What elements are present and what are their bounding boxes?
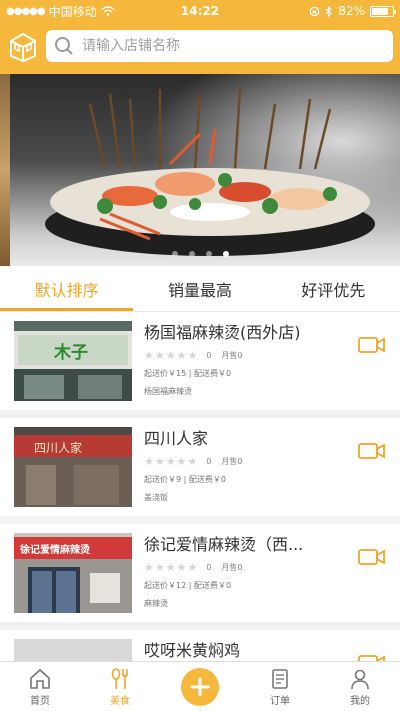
carousel-dot-active[interactable]	[222, 251, 229, 257]
search-box[interactable]	[46, 30, 393, 62]
tab-top-sales[interactable]: 销量最高	[133, 266, 266, 311]
rating-stars: ★★★★★	[144, 561, 199, 574]
store-meta: 起送价￥15 | 配送费￥0	[144, 369, 232, 378]
clock: 14:22	[180, 4, 220, 18]
nav-profile-label: 我的	[350, 696, 370, 707]
rating-stars: ★★★★★	[144, 455, 199, 468]
min-price: 起送价￥12	[144, 581, 187, 590]
rating-number: 0	[206, 351, 212, 360]
nav-profile[interactable]: 我的	[320, 662, 400, 711]
previous-slide-edge	[0, 74, 10, 266]
home-icon	[30, 668, 50, 689]
store-thumbnail: 木子	[14, 321, 132, 401]
nav-food-label: 美食	[110, 696, 130, 707]
seafood-platter-image	[10, 74, 400, 266]
carousel-dot[interactable]	[188, 251, 195, 257]
sort-tabs: 默认排序 销量最高 好评优先	[0, 266, 400, 312]
nav-orders-label: 订单	[270, 696, 290, 707]
search-input[interactable]	[82, 38, 385, 54]
tab-default-sort[interactable]: 默认排序	[0, 266, 134, 311]
banner-carousel[interactable]: www.quanjing.com	[0, 74, 400, 266]
store-category: 杨国福麻辣烫	[144, 387, 192, 396]
top-bar: ●●●●● 中国移动 14:22 82%	[0, 0, 400, 74]
nav-home-label: 首页	[30, 696, 50, 707]
banner-image[interactable]: www.quanjing.com	[10, 74, 400, 266]
carousel-dots	[0, 251, 400, 257]
bottom-nav: 首页 美食 订单 我的	[0, 661, 400, 711]
store-category: 盖浇饭	[144, 493, 168, 502]
delivery-fee: 配送费￥0	[193, 581, 232, 590]
delivery-fee: 配送费￥0	[188, 475, 226, 484]
store-list: 木子 杨国福麻辣烫(西外店) ★★★★★ 0 月售0 起送价￥15 | 配送费￥…	[0, 312, 400, 711]
tab-best-rated[interactable]: 好评优先	[267, 266, 400, 311]
order-icon	[272, 669, 288, 689]
monthly-sales: 月售0	[221, 457, 243, 466]
store-meta: 起送价￥12 | 配送费￥0	[144, 581, 232, 590]
video-camera-icon[interactable]	[358, 548, 386, 566]
nav-food[interactable]: 美食	[80, 662, 160, 711]
add-button[interactable]	[181, 667, 219, 706]
monthly-sales: 月售0	[221, 351, 243, 360]
min-price: 起送价￥15	[144, 369, 187, 378]
store-meta: 起送价￥9 | 配送费￥0	[144, 475, 226, 484]
store-sign-text: 四川人家	[34, 440, 82, 455]
battery-icon	[370, 5, 396, 17]
store-item[interactable]: 徐记爱情麻辣烫 徐记爱情麻辣烫（西... ★★★★★ 0 月售0 起送价￥12 …	[0, 524, 400, 630]
video-camera-icon[interactable]	[358, 442, 386, 460]
store-item[interactable]: 四川人家 四川人家 ★★★★★ 0 月售0 起送价￥9 | 配送费￥0 盖浇饭	[0, 418, 400, 524]
store-category: 麻辣烫	[144, 599, 168, 608]
store-sign-text: 木子	[53, 342, 88, 363]
store-thumbnail: 四川人家	[14, 427, 132, 507]
nav-home[interactable]: 首页	[0, 662, 80, 711]
user-icon	[351, 669, 369, 690]
nav-orders[interactable]: 订单	[240, 662, 320, 711]
video-camera-icon[interactable]	[358, 336, 386, 354]
cutlery-icon	[111, 668, 128, 689]
rating-stars: ★★★★★	[144, 349, 199, 362]
store-item[interactable]: 木子 杨国福麻辣烫(西外店) ★★★★★ 0 月售0 起送价￥15 | 配送费￥…	[0, 312, 400, 418]
status-bar: ●●●●● 中国移动 14:22 82%	[0, 0, 400, 22]
carousel-dot[interactable]	[171, 251, 178, 257]
store-thumbnail: 徐记爱情麻辣烫	[14, 533, 132, 613]
search-icon	[55, 37, 73, 55]
carousel-dot[interactable]	[205, 251, 212, 257]
nav-add[interactable]	[160, 662, 240, 711]
rating-number: 0	[206, 563, 212, 572]
store-sign-text: 徐记爱情麻辣烫	[19, 543, 91, 556]
header	[0, 22, 400, 74]
delivery-fee: 配送费￥0	[193, 369, 232, 378]
monthly-sales: 月售0	[221, 563, 243, 572]
store-logo-icon[interactable]	[6, 29, 40, 63]
min-price: 起送价￥9	[144, 475, 182, 484]
rating-number: 0	[206, 457, 212, 466]
plus-icon	[190, 677, 210, 696]
